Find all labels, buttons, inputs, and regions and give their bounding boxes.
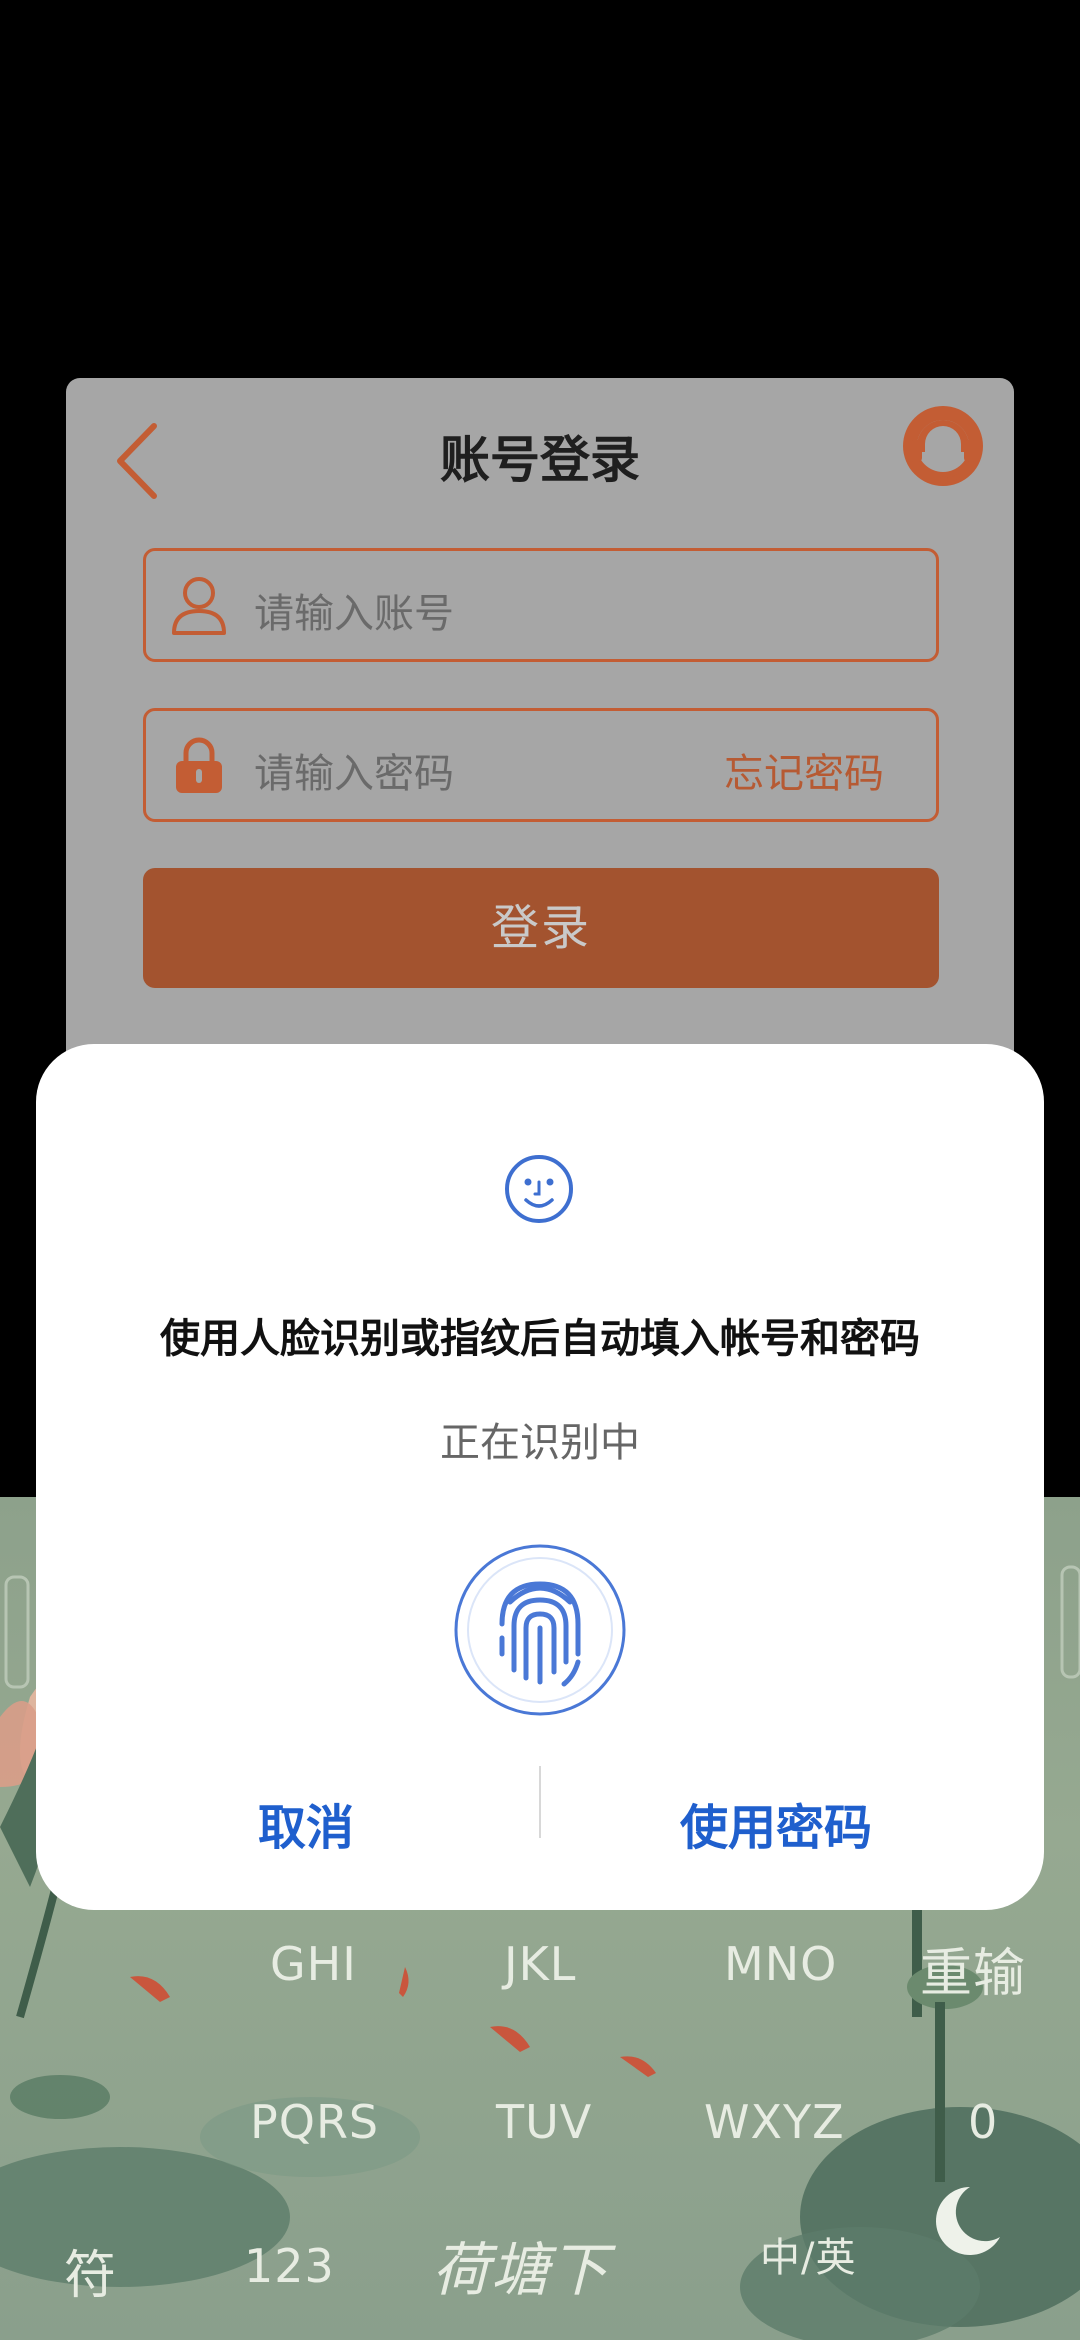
divider (539, 1766, 541, 1838)
fingerprint-icon[interactable] (452, 1542, 628, 1718)
key-mno[interactable]: MNO (724, 1937, 837, 1991)
key-space-theme[interactable]: 荷塘下 (432, 2223, 609, 2307)
dialog-message: 使用人脸识别或指纹后自动填入帐号和密码 (160, 1316, 920, 1362)
key-pqrs[interactable]: PQRS (250, 2095, 379, 2149)
password-placeholder: 请输入密码 (254, 751, 454, 797)
lock-icon (176, 737, 222, 793)
page-title: 账号登录 (440, 431, 640, 489)
key-jkl[interactable]: JKL (504, 1937, 576, 1991)
password-field[interactable]: 请输入密码 忘记密码 (143, 708, 939, 822)
key-123[interactable]: 123 (244, 2239, 335, 2293)
user-icon (172, 577, 226, 635)
account-field[interactable]: 请输入账号 (143, 548, 939, 662)
login-card: 账号登录 请输入账号 请输入密码 忘记密码 登录 (66, 378, 1014, 1138)
login-button[interactable]: 登录 (143, 868, 939, 988)
use-password-button[interactable]: 使用密码 (680, 1788, 872, 1858)
key-symbols[interactable]: 符 (64, 2233, 117, 2308)
cancel-button[interactable]: 取消 (258, 1788, 354, 1858)
key-retype[interactable]: 重输 (920, 1931, 1026, 2006)
biometric-dialog: 使用人脸识别或指纹后自动填入帐号和密码 正在识别中 取消 使用密码 (36, 1044, 1044, 1910)
key-zero[interactable]: 0 (968, 2095, 998, 2149)
key-wxyz[interactable]: WXYZ (704, 2095, 845, 2149)
customer-service-icon[interactable] (896, 400, 990, 494)
key-ghi[interactable]: GHI (270, 1937, 357, 1991)
forgot-password-link[interactable]: 忘记密码 (724, 741, 884, 799)
key-lang-switch[interactable]: 中/英 (760, 2225, 856, 2283)
account-placeholder: 请输入账号 (254, 591, 454, 637)
dialog-actions: 取消 使用密码 (36, 1766, 1044, 1886)
recognition-status: 正在识别中 (440, 1420, 640, 1466)
key-tuv[interactable]: TUV (496, 2095, 592, 2149)
face-recognition-icon (505, 1155, 573, 1223)
